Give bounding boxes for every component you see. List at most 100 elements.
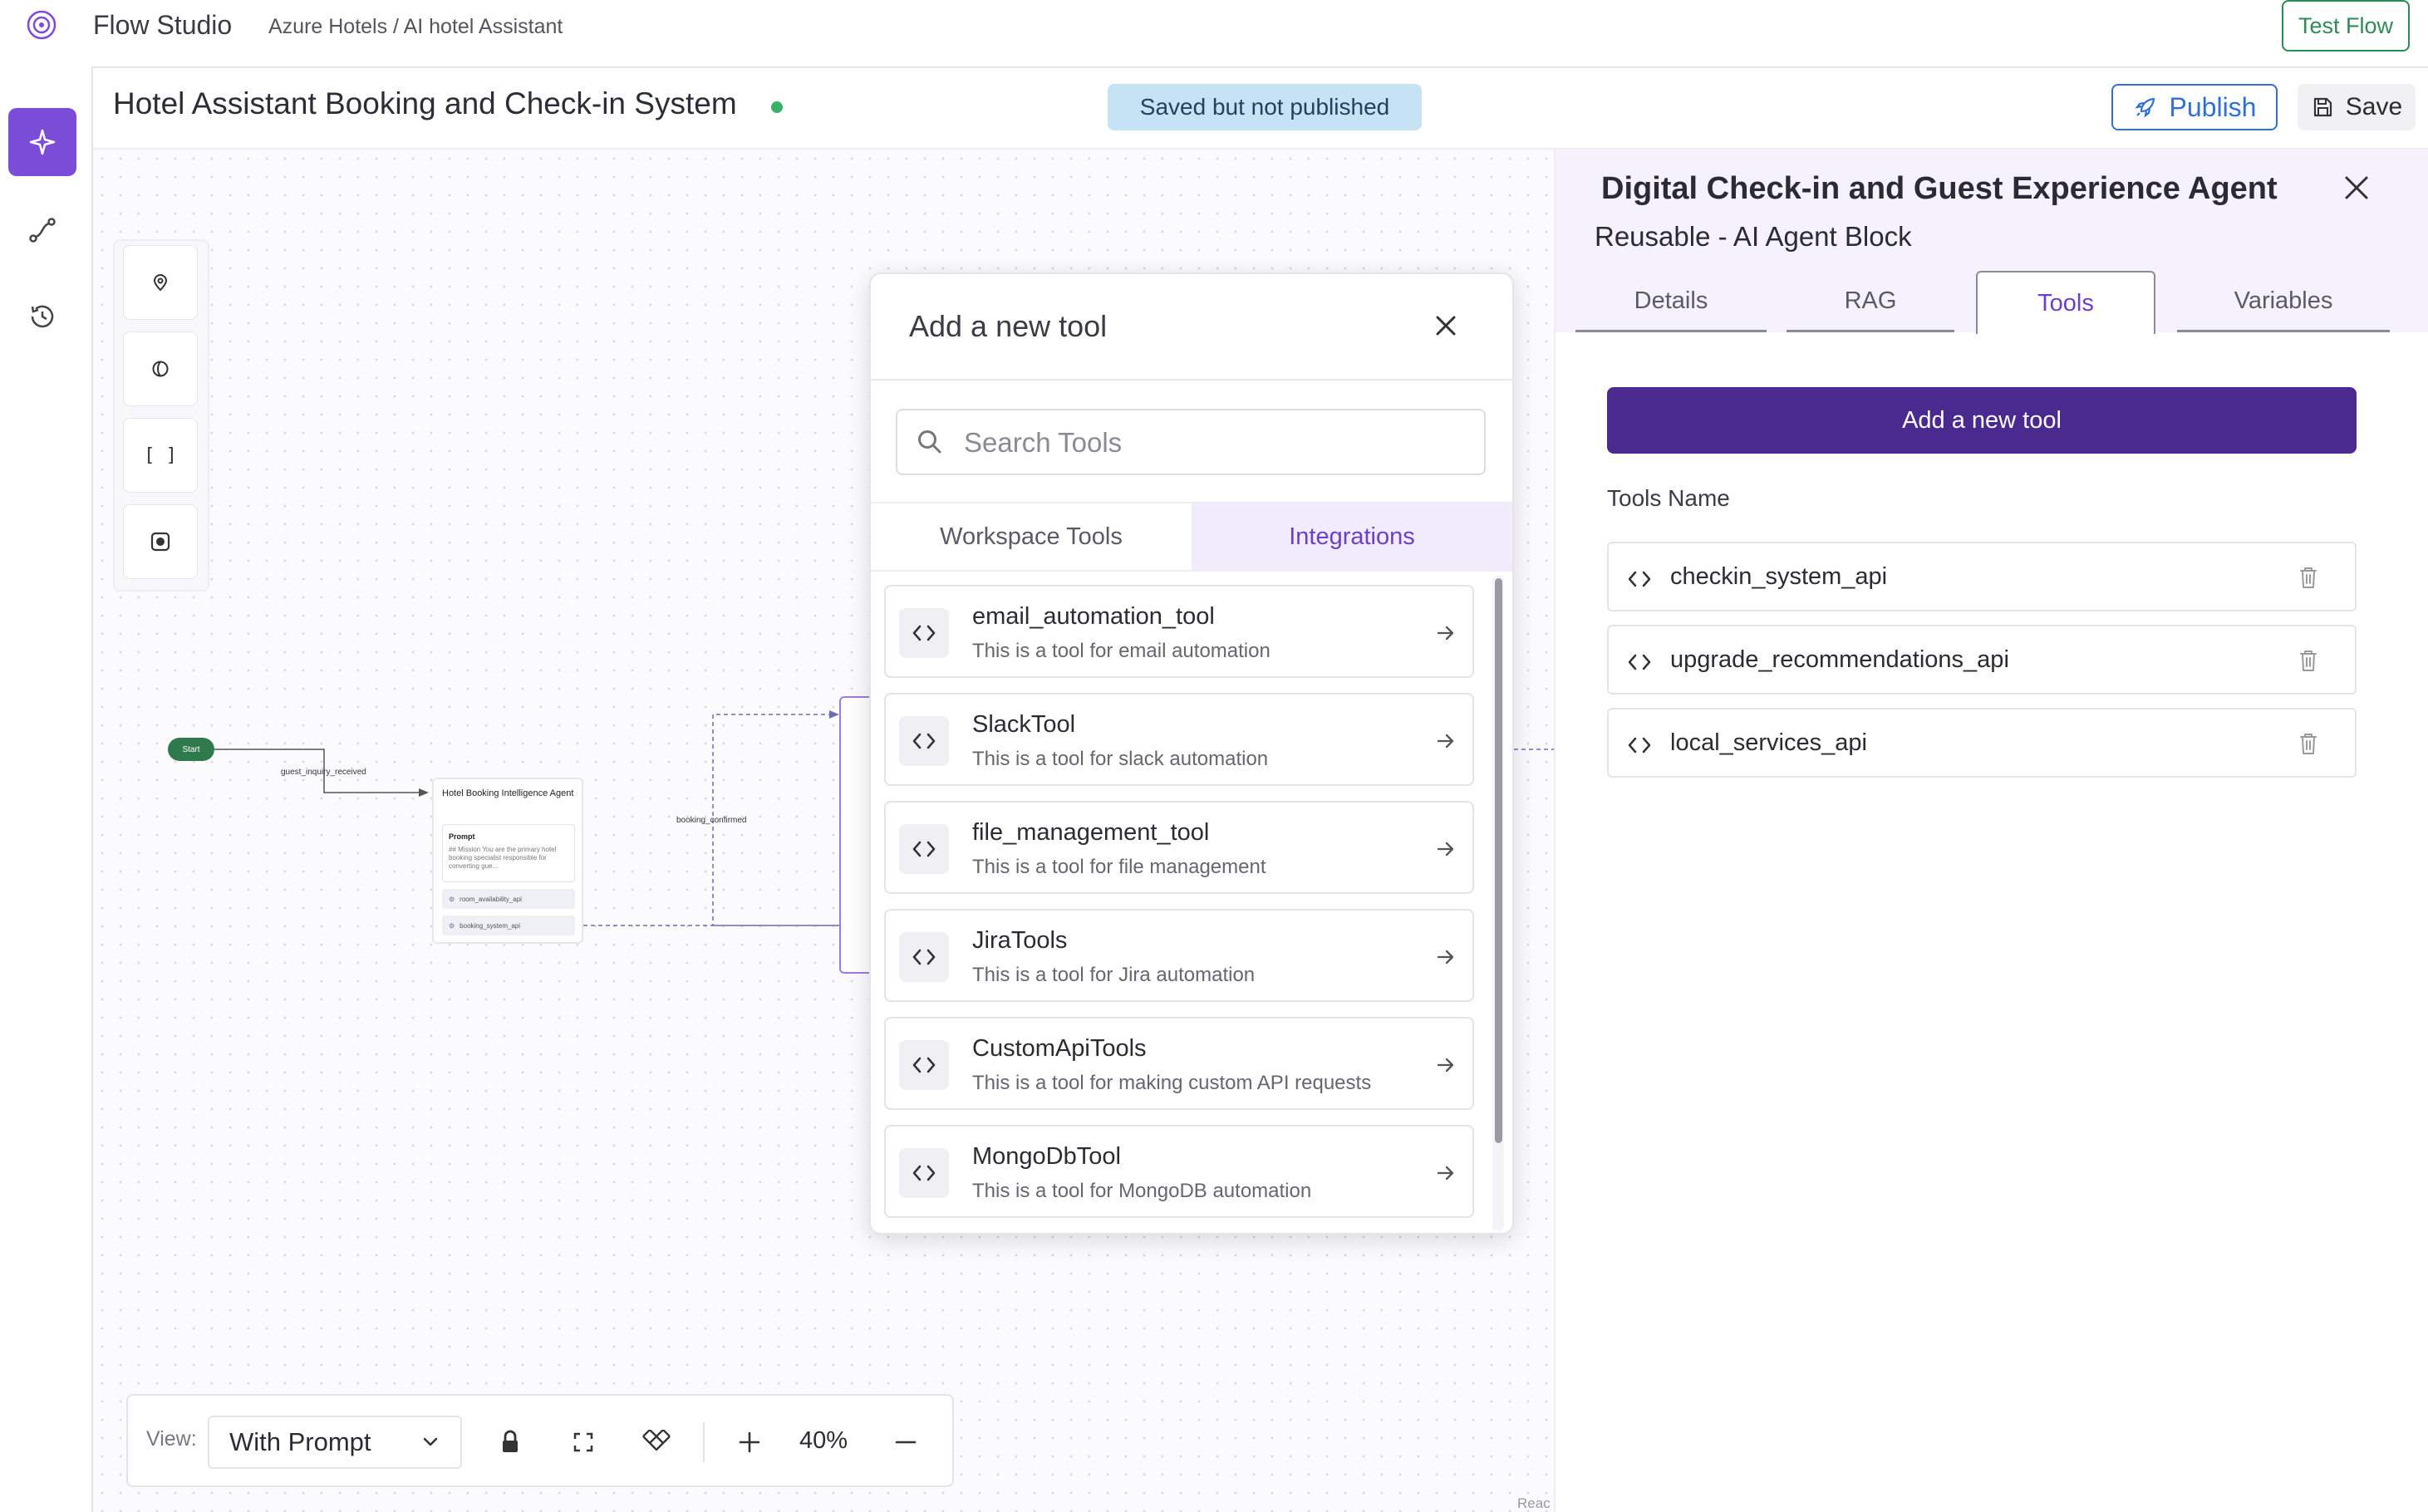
attached-tool-name: local_services_api (1670, 729, 1867, 756)
tool-card[interactable]: CustomApiTools This is a tool for making… (884, 1017, 1474, 1110)
tool-card-description: This is a tool for Jira automation (972, 964, 1256, 986)
tool-card-name: email_automation_tool (972, 603, 1215, 630)
sparkle-icon (29, 129, 56, 155)
modal-scrollbar-thumb[interactable] (1495, 578, 1502, 1143)
record-icon (150, 532, 170, 552)
attached-tool-row[interactable]: local_services_api (1607, 708, 2357, 778)
chevron-down-icon (419, 1431, 442, 1454)
agent-node-tool: ⚙ room_availability_api (442, 889, 575, 909)
tab-rag[interactable]: RAG (1787, 272, 1954, 332)
rail-flow-button[interactable] (8, 196, 76, 264)
rail-agent-button[interactable] (8, 108, 76, 176)
code-icon (1625, 648, 1654, 676)
history-icon (31, 305, 54, 328)
tool-card[interactable]: SlackTool This is a tool for slack autom… (884, 693, 1474, 786)
panel-title: Digital Check-in and Guest Experience Ag… (1601, 171, 2278, 206)
attached-tool-row[interactable]: checkin_system_api (1607, 542, 2357, 611)
lock-button[interactable] (487, 1419, 533, 1465)
modal-title: Add a new tool (909, 309, 1108, 343)
trash-icon[interactable] (2295, 646, 2322, 675)
code-icon (899, 716, 949, 766)
tab-integrations[interactable]: Integrations (1192, 503, 1512, 570)
agent-node-prompt-text: ## Mission You are the primary hotel boo… (449, 846, 557, 870)
panel-subtitle: Reusable - AI Agent Block (1595, 221, 1912, 252)
canvas-pin-button[interactable] (123, 245, 198, 320)
agent-node-title: Hotel Booking Intelligence Agent (442, 788, 574, 798)
tab-variables[interactable]: Variables (2177, 272, 2390, 332)
flow-title[interactable]: Hotel Assistant Booking and Check-in Sys… (113, 86, 737, 121)
spiral-logo-icon[interactable] (23, 7, 60, 43)
tool-card[interactable]: email_automation_tool This is a tool for… (884, 585, 1474, 678)
globe-icon (152, 361, 169, 377)
tool-card-name: SlackTool (972, 711, 1076, 738)
edge-label: booking_confirmed (676, 816, 747, 825)
edge-label: guest_inquiry_received (281, 768, 366, 777)
tool-card-description: This is a tool for file management (972, 856, 1266, 878)
close-icon[interactable] (2340, 171, 2373, 204)
tool-card-description: This is a tool for email automation (972, 640, 1271, 662)
lock-icon (503, 1430, 518, 1452)
rail-history-button[interactable] (8, 282, 76, 351)
auto-layout-button[interactable] (633, 1419, 680, 1465)
tool-card[interactable]: file_management_tool This is a tool for … (884, 801, 1474, 894)
tool-card[interactable]: MongoDbTool This is a tool for MongoDB a… (884, 1125, 1474, 1218)
publish-button[interactable]: Publish (2111, 84, 2278, 130)
status-badge: Saved but not published (1108, 84, 1422, 130)
code-icon (899, 932, 949, 982)
trash-icon[interactable] (2295, 563, 2322, 592)
tool-card-name: CustomApiTools (972, 1035, 1147, 1062)
code-icon (1625, 565, 1654, 593)
arrow-right-icon (1434, 837, 1457, 861)
view-label: View: (146, 1427, 197, 1451)
zoom-in-button[interactable] (726, 1419, 773, 1465)
agent-node-prompt-label: Prompt (449, 832, 475, 841)
tool-card-description: This is a tool for MongoDB automation (972, 1180, 1312, 1202)
attached-tool-name: checkin_system_api (1670, 563, 1888, 590)
tool-card[interactable]: JiraTools This is a tool for Jira automa… (884, 909, 1474, 1002)
code-icon (899, 1040, 949, 1090)
arrow-right-icon (1434, 1161, 1457, 1185)
test-flow-button[interactable]: Test Flow (2282, 0, 2410, 52)
zoom-out-button[interactable] (882, 1419, 929, 1465)
wrench-icon: ⚙ (449, 895, 455, 903)
search-input[interactable] (962, 422, 1464, 464)
code-icon (899, 608, 949, 658)
tab-details[interactable]: Details (1575, 272, 1767, 332)
close-icon[interactable] (1429, 309, 1462, 342)
floppy-disk-icon (2313, 97, 2332, 117)
attached-tool-name: upgrade_recommendations_api (1670, 646, 2009, 673)
agent-node-tool-label: room_availability_api (460, 895, 522, 903)
arrow-right-icon (1434, 1053, 1457, 1077)
minus-icon (895, 1441, 917, 1444)
tools-name-label: Tools Name (1607, 485, 1730, 511)
code-icon (1625, 731, 1654, 759)
tab-tools[interactable]: Tools (1976, 271, 2155, 334)
canvas-globe-button[interactable] (123, 331, 198, 406)
view-select-value: With Prompt (229, 1427, 371, 1456)
app-title: Flow Studio (93, 10, 233, 40)
tool-card-description: This is a tool for making custom API req… (972, 1072, 1372, 1094)
save-label: Save (2345, 93, 2403, 120)
save-button[interactable]: Save (2298, 84, 2416, 130)
canvas-record-button[interactable] (123, 504, 198, 579)
trash-icon[interactable] (2295, 729, 2322, 758)
pin-icon (153, 274, 168, 292)
code-icon (899, 1148, 949, 1198)
bracket-icon[interactable]: [ ] (123, 418, 198, 493)
agent-detail-panel (1554, 150, 2428, 1512)
react-flow-attribution[interactable]: Reac (1517, 1495, 1551, 1512)
start-node[interactable]: Start (168, 738, 214, 761)
breadcrumb[interactable]: Azure Hotels / AI hotel Assistant (268, 15, 563, 39)
tool-card-description: This is a tool for slack automation (972, 748, 1269, 770)
add-new-tool-button[interactable]: Add a new tool (1607, 387, 2357, 454)
controls-divider (703, 1422, 705, 1462)
attached-tool-row[interactable]: upgrade_recommendations_api (1607, 625, 2357, 695)
search-icon (914, 426, 946, 458)
fullscreen-icon (573, 1432, 593, 1452)
fit-view-button[interactable] (560, 1419, 607, 1465)
agent-node-tool: ⚙ booking_system_api (442, 916, 575, 935)
tab-workspace-tools[interactable]: Workspace Tools (871, 503, 1192, 570)
selected-agent-node[interactable] (839, 696, 872, 974)
flow-path-icon (29, 218, 56, 243)
status-dot (771, 101, 783, 113)
